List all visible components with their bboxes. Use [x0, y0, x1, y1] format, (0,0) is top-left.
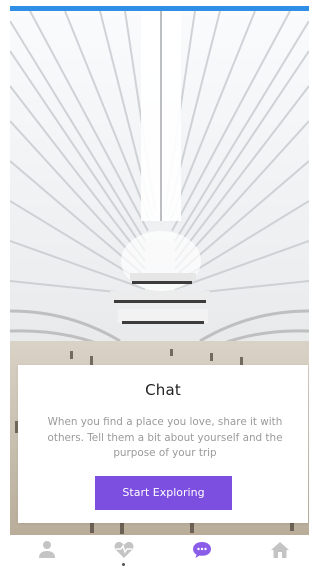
bottom-tab-bar [0, 535, 309, 566]
tab-home[interactable] [268, 539, 292, 561]
card-title: Chat [145, 381, 181, 399]
profile-icon [39, 541, 55, 558]
onboarding-card: Chat When you find a place you love, sha… [18, 365, 308, 523]
card-description: When you find a place you love, share it… [47, 416, 283, 459]
chat-icon [193, 542, 211, 558]
tab-chat[interactable] [190, 539, 214, 561]
tab-profile[interactable] [35, 539, 59, 561]
heart-pulse-icon [114, 541, 134, 558]
start-exploring-button[interactable]: Start Exploring [95, 476, 232, 510]
home-icon [271, 542, 289, 558]
tab-health[interactable] [112, 539, 136, 566]
